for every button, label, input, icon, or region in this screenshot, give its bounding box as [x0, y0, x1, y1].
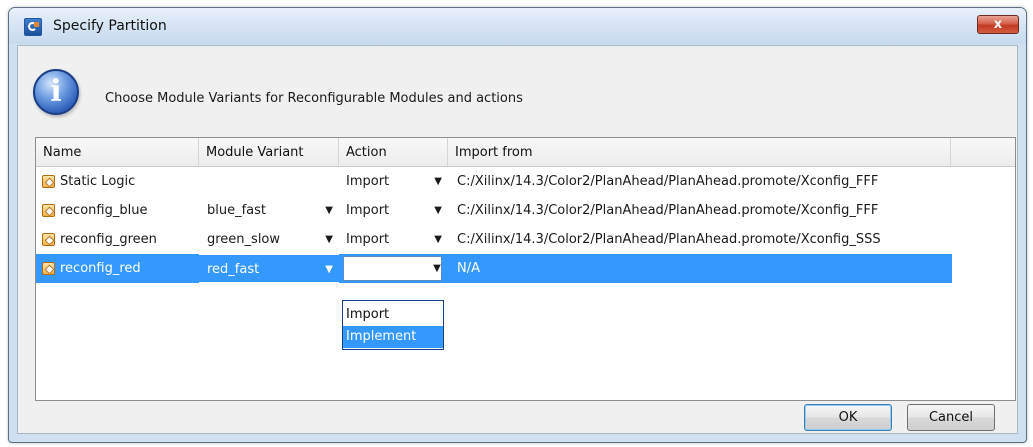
column-header-action[interactable]: Action — [339, 138, 448, 166]
window-title: Specify Partition — [53, 18, 167, 34]
row-module-variant-value: green_slow — [207, 232, 281, 247]
cancel-button[interactable]: Cancel — [907, 404, 995, 431]
row-action-value: Import — [346, 203, 390, 218]
info-icon: i — [33, 69, 79, 115]
row-module-variant[interactable]: green_slow ▼ — [199, 225, 339, 254]
row-module-variant-value: red_fast — [207, 262, 260, 277]
dropdown-option-import[interactable]: Import — [343, 304, 443, 326]
column-header-module-variant[interactable]: Module Variant — [199, 138, 339, 166]
title-bar[interactable]: Specify Partition x — [9, 8, 1026, 44]
row-name: reconfig_red — [60, 261, 141, 276]
table-row-selected[interactable]: reconfig_red red_fast ▼ ▼ N/A — [36, 254, 952, 283]
table-header: Name Module Variant Action Import from — [36, 138, 1015, 167]
column-header-name[interactable]: Name — [36, 138, 199, 166]
column-header-import-from[interactable]: Import from — [448, 138, 951, 166]
action-dropdown-list: Import Implement — [342, 300, 444, 350]
row-action-value: Import — [346, 174, 390, 189]
row-import-from: C:/Xilinx/14.3/Color2/PlanAhead/PlanAhea… — [457, 203, 879, 218]
table-row[interactable]: reconfig_blue blue_fast ▼ Import ▼ C:/Xili… — [36, 196, 952, 225]
instruction-text: Choose Module Variants for Reconfigurabl… — [105, 91, 523, 106]
chevron-down-icon[interactable]: ▼ — [434, 167, 442, 196]
row-action[interactable]: Import ▼ — [339, 167, 448, 196]
app-icon — [24, 18, 42, 36]
chevron-down-icon[interactable]: ▼ — [325, 255, 333, 282]
dialog-content: i Choose Module Variants for Reconfigura… — [17, 45, 1018, 434]
chevron-down-icon[interactable]: ▼ — [434, 225, 442, 254]
partition-table: Name Module Variant Action Import from S… — [35, 137, 1016, 401]
column-header-filler — [951, 138, 1015, 166]
row-name: reconfig_green — [60, 232, 157, 247]
close-button[interactable]: x — [977, 15, 1019, 34]
ok-button[interactable]: OK — [804, 404, 892, 431]
chevron-down-icon[interactable]: ▼ — [325, 225, 333, 254]
row-module-variant[interactable] — [199, 167, 339, 196]
dropdown-option-implement[interactable]: Implement — [343, 326, 443, 348]
chevron-down-icon[interactable]: ▼ — [434, 196, 442, 225]
table-row[interactable]: reconfig_green green_slow ▼ Import ▼ C:/Xi… — [36, 225, 952, 254]
specify-partition-dialog: Specify Partition x i Choose Module Vari… — [8, 7, 1027, 443]
row-import-from: C:/Xilinx/14.3/Color2/PlanAhead/PlanAhea… — [457, 232, 881, 247]
table-row[interactable]: Static Logic Import ▼ C:/Xilinx/14.3/Colo… — [36, 167, 952, 196]
row-name: reconfig_blue — [60, 203, 148, 218]
row-action-value: Import — [346, 232, 390, 247]
row-module-variant[interactable]: blue_fast ▼ — [199, 196, 339, 225]
row-action[interactable]: Import ▼ — [339, 196, 448, 225]
row-import-from: N/A — [457, 261, 480, 276]
row-action[interactable]: Import ▼ — [339, 225, 448, 254]
row-import-from: C:/Xilinx/14.3/Color2/PlanAhead/PlanAhea… — [457, 174, 879, 189]
row-module-variant-value: blue_fast — [207, 203, 267, 218]
chevron-down-icon[interactable]: ▼ — [427, 254, 447, 283]
chevron-down-icon[interactable]: ▼ — [325, 196, 333, 225]
row-name: Static Logic — [60, 174, 136, 189]
row-module-variant[interactable]: red_fast ▼ — [199, 254, 339, 283]
